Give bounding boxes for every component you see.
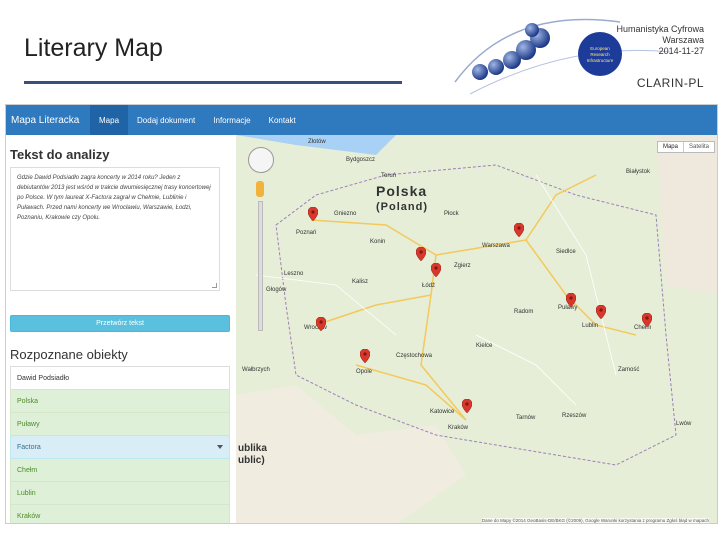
app-screenshot: Mapa Literacka Mapa Dodaj dokument Infor…: [5, 104, 718, 524]
nav-information[interactable]: Informacje: [204, 105, 259, 135]
map-marker-icon[interactable]: [566, 293, 576, 307]
slide-title: Literary Map: [24, 34, 163, 62]
map-label: Łódź: [422, 283, 436, 289]
map-type-satellite[interactable]: Satelita: [682, 142, 714, 152]
entity-item[interactable]: Kraków: [10, 504, 230, 523]
entity-item[interactable]: Polska: [10, 389, 230, 413]
map-label: Poznań: [296, 230, 317, 236]
clarin-brand: CLARIN-PL: [636, 76, 704, 90]
map-label: Lublin: [582, 323, 599, 329]
analysis-textarea[interactable]: Gdzie Dawid Podsiadło zagra koncerty w 2…: [10, 167, 220, 291]
map-type-control[interactable]: Mapa Satelita: [656, 141, 715, 153]
process-text-button[interactable]: Przetwórz tekst: [10, 315, 230, 332]
recognized-heading: Rozpoznane obiekty: [10, 347, 128, 362]
slide: Literary Map European Research Infrastru…: [0, 0, 720, 540]
map-label: Zamość: [618, 367, 640, 373]
map-label: Katowice: [430, 409, 455, 415]
map-label: Kielce: [476, 343, 493, 349]
map-label: Siedlce: [556, 249, 576, 255]
map-type-map[interactable]: Mapa: [658, 142, 683, 152]
map-marker-icon[interactable]: [431, 263, 441, 277]
entity-label: Factora: [17, 443, 41, 451]
resize-handle[interactable]: [212, 283, 217, 288]
map-label: ublic): [238, 455, 265, 466]
analysis-text: Gdzie Dawid Podsiadło zagra koncerty w 2…: [17, 175, 211, 221]
map-attribution: Dane do Mapy ©2014 GeoBasis-DE/BKG (©200…: [481, 518, 709, 523]
clarin-logo: European Research Infrastructure Humanis…: [450, 12, 720, 100]
nav-add-document[interactable]: Dodaj dokument: [128, 105, 204, 135]
map-label: Radom: [514, 309, 534, 315]
street-view-pegman-icon[interactable]: [256, 181, 264, 197]
caret-down-icon: [217, 445, 223, 449]
map-label: Leszno: [284, 271, 304, 277]
logo-text-3: Infrastructure: [587, 58, 614, 63]
map-marker-icon[interactable]: [596, 305, 606, 319]
pan-control[interactable]: [248, 147, 274, 173]
map-marker-icon[interactable]: [316, 317, 326, 331]
map-marker-icon[interactable]: [462, 399, 472, 413]
navbar: Mapa Literacka Mapa Dodaj dokument Infor…: [6, 105, 717, 135]
map-marker-icon[interactable]: [308, 207, 318, 221]
map-marker-icon[interactable]: [416, 247, 426, 261]
entity-item[interactable]: Chełm: [10, 458, 230, 482]
app-brand[interactable]: Mapa Literacka: [6, 115, 90, 126]
map-label: Rzeszów: [562, 413, 587, 419]
map-label: Białystok: [626, 169, 651, 175]
map-label: Warszawa: [482, 243, 510, 249]
nav-contact[interactable]: Kontakt: [260, 105, 305, 135]
map-label: Opole: [356, 369, 373, 375]
entity-item-selected[interactable]: Factora: [10, 435, 230, 459]
zoom-slider[interactable]: [258, 201, 263, 331]
map-label: ublika: [238, 443, 267, 454]
map-country-sublabel: (Poland): [376, 201, 428, 213]
map-label: Konin: [370, 239, 386, 245]
nav-map[interactable]: Mapa: [90, 105, 129, 135]
map-label: Kalisz: [352, 279, 369, 285]
analysis-heading: Tekst do analizy: [10, 147, 110, 162]
map-label: Tarnów: [516, 415, 536, 421]
map-label: Głogów: [266, 287, 287, 293]
map-label: Bydgoszcz: [346, 157, 376, 163]
org-date: 2014-11-27: [658, 46, 704, 56]
entity-item[interactable]: Puławy: [10, 412, 230, 436]
logo-text-2: Research: [590, 52, 610, 57]
title-underline: [24, 81, 402, 84]
map-label: Wałbrzych: [242, 367, 270, 373]
map-label: Gniezno: [334, 211, 357, 217]
org-info: Humanistyka Cyfrowa Warszawa 2014-11-27: [616, 24, 704, 57]
map-label: Zgierz: [454, 263, 471, 269]
map-country-label: Polska: [376, 183, 428, 199]
map-label: Płock: [444, 211, 459, 217]
map-marker-icon[interactable]: [642, 313, 652, 327]
left-panel: Tekst do analizy Gdzie Dawid Podsiadło z…: [6, 135, 236, 523]
entity-item[interactable]: Dawid Podsiadło: [10, 366, 230, 390]
map-label: Kraków: [448, 425, 469, 431]
org-city: Warszawa: [662, 35, 704, 45]
logo-text-1: European: [590, 46, 610, 51]
map-view[interactable]: Polska (Poland) Złotów Bydgoszcz Toruń G…: [236, 135, 717, 523]
entity-item[interactable]: Lublin: [10, 481, 230, 505]
org-name: Humanistyka Cyfrowa: [616, 24, 704, 34]
map-label: Lwów: [676, 421, 692, 427]
map-label: Toruń: [381, 173, 397, 179]
map-marker-icon[interactable]: [514, 223, 524, 237]
recognized-list: Dawid Podsiadło Polska Puławy Factora Ch…: [10, 366, 230, 523]
map-label: Częstochowa: [396, 353, 433, 359]
map-label: Złotów: [308, 139, 326, 145]
map-marker-icon[interactable]: [360, 349, 370, 363]
